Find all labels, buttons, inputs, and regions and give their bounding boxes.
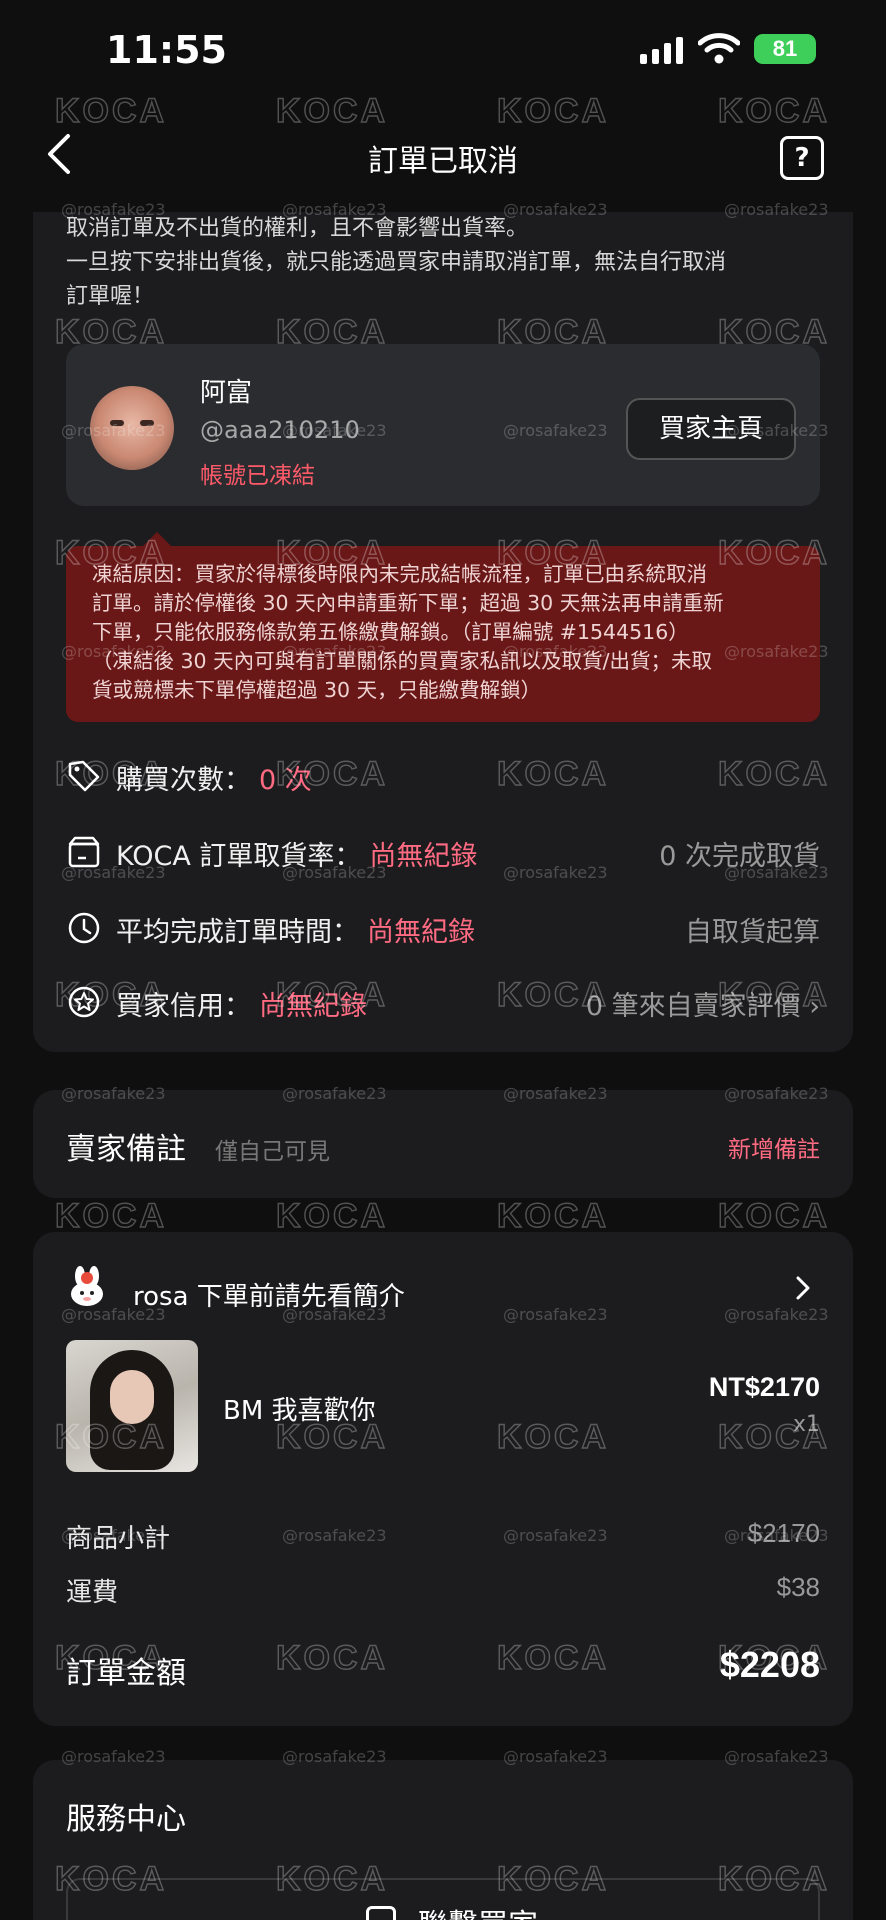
shipping-row: 運費 $38 bbox=[66, 1572, 820, 1609]
product-price: NT$2170 bbox=[708, 1372, 820, 1402]
freeze-line: 貨或競標未下單停權超過 30 天，只能繳費解鎖） bbox=[92, 678, 542, 702]
clock-icon bbox=[68, 912, 100, 944]
package-icon bbox=[68, 836, 100, 868]
buyer-handle: @aaa210210 bbox=[200, 416, 360, 444]
stat-note: 0 次完成取貨 bbox=[659, 841, 820, 872]
service-center-card: 服務中心 聯繫買家 bbox=[33, 1760, 853, 1920]
freeze-line: 訂單。請於停權後 30 天內申請重新下單；超過 30 天無法再申請重新 bbox=[92, 591, 724, 615]
seller-notes-subtitle: 僅自己可見 bbox=[215, 1139, 330, 1165]
watermark-logo: KOCA bbox=[717, 1196, 831, 1235]
freeze-reason-notice: 凍結原因：買家於得標後時限內未完成結帳流程，訂單已由系統取消 訂單。請於停權後 … bbox=[66, 546, 820, 722]
stat-buyer-credit[interactable]: 買家信用： 尚無紀錄 0 筆來自賣家評價 › bbox=[66, 980, 820, 1026]
shipping-value: $38 bbox=[776, 1572, 820, 1602]
battery-icon: 81 bbox=[754, 34, 816, 64]
freeze-notice-pointer bbox=[143, 532, 171, 546]
freeze-line: （凍結後 30 天內可與有訂單關係的買賣家私訊以及取貨/出貨；未取 bbox=[92, 649, 713, 673]
stat-label: 買家信用： bbox=[116, 991, 251, 1022]
order-total-row: 訂單金額 $2208 bbox=[66, 1644, 820, 1692]
seller-notes-title: 賣家備註 bbox=[66, 1132, 186, 1167]
freeze-line: 凍結原因：買家於得標後時限內未完成結帳流程，訂單已由系統取消 bbox=[92, 562, 707, 586]
subtotal-row: 商品小計 $2170 bbox=[66, 1518, 820, 1555]
stat-value: 0 次 bbox=[259, 765, 312, 796]
buyer-avatar[interactable] bbox=[90, 386, 174, 470]
subtotal-label: 商品小計 bbox=[66, 1524, 171, 1554]
freeze-line: 下單，只能依服務條款第五條繳費解鎖。（訂單編號 #1544516） bbox=[92, 620, 689, 644]
stat-purchase-count: 購買次數： 0 次 bbox=[66, 754, 820, 800]
order-card: rosa 下單前請先看簡介 BM 我喜歡你 NT$2170 x1 商品小計 $2… bbox=[33, 1232, 853, 1726]
cancel-notice: 取消訂單及不出貨的權利，且不會影響出貨率。 一旦按下安排出貨後，就只能透過買家申… bbox=[66, 212, 826, 314]
stat-label: 平均完成訂單時間： bbox=[116, 917, 359, 948]
seller-reviews-link[interactable]: 0 筆來自賣家評價 › bbox=[586, 984, 820, 1023]
buyer-info-card: 取消訂單及不出貨的權利，且不會影響出貨率。 一旦按下安排出貨後，就只能透過買家申… bbox=[33, 212, 853, 1052]
cellular-signal-icon bbox=[640, 36, 683, 64]
product-name: BM 我喜歡你 bbox=[223, 1396, 376, 1426]
shop-name[interactable]: rosa 下單前請先看簡介 bbox=[133, 1276, 405, 1313]
buyer-name: 阿富 bbox=[200, 378, 253, 408]
status-bar: 11:55 81 bbox=[0, 0, 886, 100]
nav-bar: 訂單已取消 ? bbox=[0, 100, 886, 212]
total-label: 訂單金額 bbox=[66, 1656, 186, 1691]
star-badge-icon bbox=[68, 986, 100, 1018]
watermark-logo: KOCA bbox=[54, 1196, 168, 1235]
stat-pickup-rate: KOCA 訂單取貨率： 尚無紀錄 0 次完成取貨 bbox=[66, 830, 820, 876]
stat-label: 購買次數： bbox=[116, 765, 251, 796]
chevron-right-icon[interactable] bbox=[793, 1274, 813, 1302]
page-title: 訂單已取消 bbox=[368, 144, 518, 179]
stat-label: KOCA 訂單取貨率： bbox=[116, 841, 362, 872]
stat-value: 尚無紀錄 bbox=[259, 991, 367, 1022]
contact-buyer-label: 聯繫買家 bbox=[418, 1900, 538, 1920]
account-frozen-status: 帳號已凍結 bbox=[200, 463, 315, 489]
wifi-icon bbox=[698, 33, 740, 64]
stat-avg-completion-time: 平均完成訂單時間： 尚無紀錄 自取貨起算 bbox=[66, 906, 820, 952]
shipping-label: 運費 bbox=[66, 1578, 119, 1608]
notice-line: 一旦按下安排出貨後，就只能透過買家申請取消訂單，無法自行取消 bbox=[66, 250, 727, 275]
status-time: 11:55 bbox=[106, 28, 227, 72]
stat-value: 尚無紀錄 bbox=[369, 841, 478, 872]
notice-line: 訂單喔！ bbox=[66, 284, 155, 309]
chat-icon bbox=[366, 1906, 396, 1920]
shop-avatar-icon bbox=[71, 1266, 103, 1306]
service-center-title: 服務中心 bbox=[66, 1802, 186, 1837]
contact-buyer-button[interactable]: 聯繫買家 bbox=[66, 1878, 820, 1920]
product-quantity: x1 bbox=[792, 1412, 820, 1437]
notice-line: 取消訂單及不出貨的權利，且不會影響出貨率。 bbox=[66, 216, 529, 241]
stat-note: 自取貨起算 bbox=[685, 917, 820, 948]
buyer-profile: 阿富 @aaa210210 帳號已凍結 買家主頁 bbox=[66, 344, 820, 506]
tag-icon bbox=[68, 760, 100, 792]
seller-notes-card: 賣家備註 僅自己可見 新增備註 bbox=[33, 1090, 853, 1198]
stat-value: 尚無紀錄 bbox=[367, 917, 475, 948]
watermark-logo: KOCA bbox=[496, 1196, 610, 1235]
total-value: $2208 bbox=[719, 1644, 820, 1685]
subtotal-value: $2170 bbox=[747, 1518, 820, 1548]
help-icon[interactable]: ? bbox=[780, 136, 824, 180]
add-note-button[interactable]: 新增備註 bbox=[728, 1130, 820, 1164]
watermark-logo: KOCA bbox=[275, 1196, 389, 1235]
buyer-page-button[interactable]: 買家主頁 bbox=[626, 398, 796, 460]
product-image[interactable] bbox=[66, 1340, 198, 1472]
